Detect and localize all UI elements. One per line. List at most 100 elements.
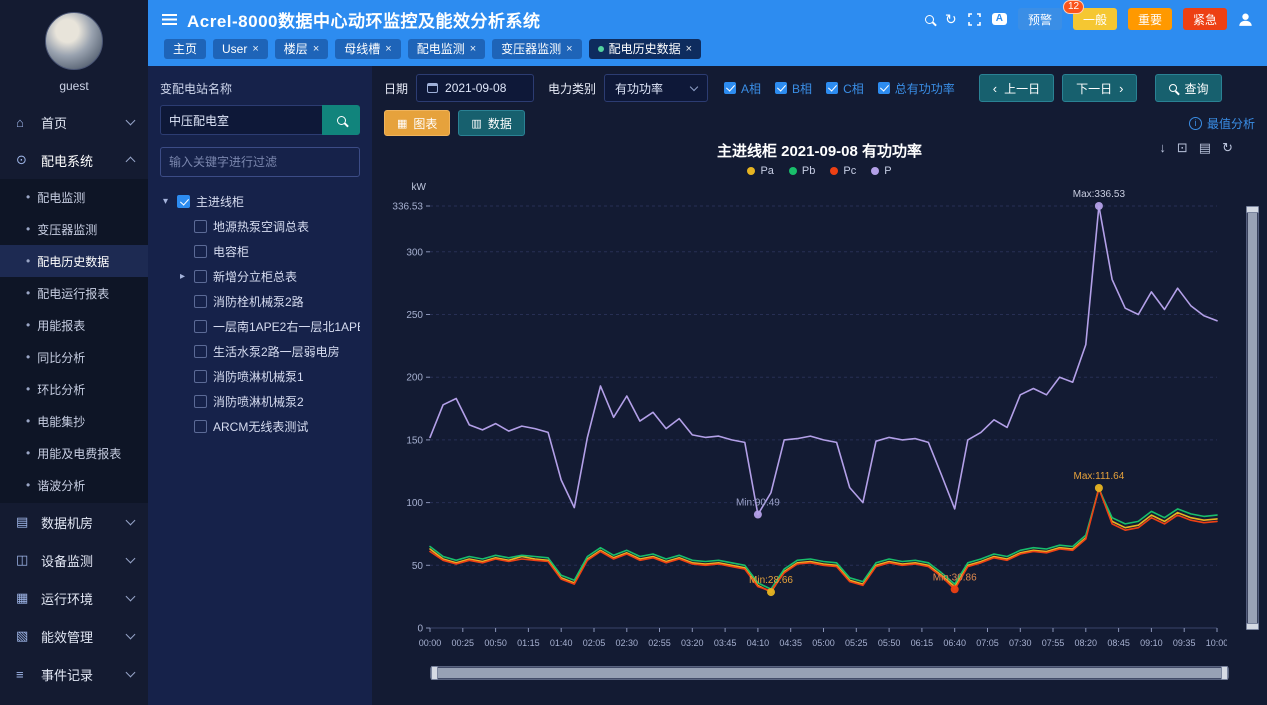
tab-母线槽[interactable]: 母线槽× xyxy=(335,39,400,59)
phase-checkbox-总有功功率[interactable]: 总有功功率 xyxy=(878,80,955,97)
alarm-button-一般[interactable]: 12一般 xyxy=(1073,8,1117,30)
close-icon[interactable]: × xyxy=(470,43,476,55)
tab-楼层[interactable]: 楼层× xyxy=(275,39,328,59)
tree-node-一层南1APE2右一层北1APE1左[interactable]: 一层南1APE2右一层北1APE1左 xyxy=(160,314,360,339)
sidebar-item-运行环境[interactable]: ▦运行环境 xyxy=(0,579,148,617)
sidebar-item-能效管理[interactable]: ▧能效管理 xyxy=(0,617,148,655)
phase-checkbox-B相[interactable]: B相 xyxy=(775,80,812,97)
tab-配电监测[interactable]: 配电监测× xyxy=(408,39,485,59)
power-category-select[interactable]: 有功功率 xyxy=(604,74,708,102)
alarm-button-预警[interactable]: 预警 xyxy=(1018,8,1062,30)
close-icon[interactable]: × xyxy=(385,43,391,55)
avatar-wrap xyxy=(0,0,148,74)
tree-node-ARCM无线表测试[interactable]: ARCM无线表测试 xyxy=(160,414,360,439)
sidebar-item-事件记录[interactable]: ≡事件记录 xyxy=(0,655,148,693)
phase-checkbox-C相[interactable]: C相 xyxy=(826,80,864,97)
alarm-button-紧急[interactable]: 紧急 xyxy=(1183,8,1227,30)
checkbox-unchecked[interactable] xyxy=(194,295,207,308)
checkbox-unchecked[interactable] xyxy=(194,270,207,283)
category-label: 电力类别 xyxy=(548,80,596,97)
sidebar-subitem-配电运行报表[interactable]: •配电运行报表 xyxy=(0,277,148,309)
query-button[interactable]: 查询 xyxy=(1155,74,1222,102)
sidebar-subitem-配电监测[interactable]: •配电监测 xyxy=(0,181,148,213)
legend-item-Pb[interactable]: Pb xyxy=(789,165,815,177)
close-icon[interactable]: × xyxy=(566,43,572,55)
tree-collapse-icon[interactable]: ▸ xyxy=(177,271,188,282)
horizontal-datazoom-slider[interactable] xyxy=(430,666,1229,680)
tab-变压器监测[interactable]: 变压器监测× xyxy=(492,39,581,59)
checkbox-unchecked[interactable] xyxy=(194,395,207,408)
tree-expand-icon[interactable]: ▾ xyxy=(160,196,171,207)
tab-User[interactable]: User× xyxy=(213,39,268,59)
sidebar-subitem-环比分析[interactable]: •环比分析 xyxy=(0,373,148,405)
legend-item-P[interactable]: P xyxy=(871,165,891,177)
datazoom-thumb[interactable] xyxy=(1248,209,1257,627)
tree-node-消防喷淋机械泵1[interactable]: 消防喷淋机械泵1 xyxy=(160,364,360,389)
checkbox-unchecked[interactable] xyxy=(194,245,207,258)
station-name-input[interactable] xyxy=(160,105,322,135)
tree-filter-input[interactable] xyxy=(160,147,360,177)
fullscreen-icon[interactable] xyxy=(968,13,981,26)
checkbox-checked[interactable] xyxy=(775,82,787,94)
menu-label: 首页 xyxy=(41,113,67,132)
sidebar-subitem-用能及电费报表[interactable]: •用能及电费报表 xyxy=(0,437,148,469)
data-zoom-icon[interactable]: ⊡ xyxy=(1177,140,1188,156)
next-day-button[interactable]: 下一日 › xyxy=(1062,74,1137,102)
tree-label: 新增分立柜总表 xyxy=(213,268,297,285)
tree-node-地源热泵空调总表[interactable]: 地源热泵空调总表 xyxy=(160,214,360,239)
tree-node-电容柜[interactable]: 电容柜 xyxy=(160,239,360,264)
vertical-datazoom-slider[interactable] xyxy=(1246,206,1259,630)
close-icon[interactable]: × xyxy=(313,43,319,55)
tree-node-消防喷淋机械泵2[interactable]: 消防喷淋机械泵2 xyxy=(160,389,360,414)
checkbox-unchecked[interactable] xyxy=(194,345,207,358)
max-analysis-link[interactable]: i 最值分析 xyxy=(1189,115,1255,132)
sidebar-subitem-用能报表[interactable]: •用能报表 xyxy=(0,309,148,341)
search-icon[interactable] xyxy=(925,15,934,24)
sidebar-item-首页[interactable]: ⌂首页 xyxy=(0,103,148,141)
data-view-icon[interactable]: ▤ xyxy=(1199,140,1211,156)
alarm-button-重要[interactable]: 重要 xyxy=(1128,8,1172,30)
tree-node-新增分立柜总表[interactable]: ▸ 新增分立柜总表 xyxy=(160,264,360,289)
sidebar-subitem-变压器监测[interactable]: •变压器监测 xyxy=(0,213,148,245)
font-size-icon[interactable]: A xyxy=(992,13,1007,25)
date-picker[interactable]: 2021-09-08 xyxy=(416,74,534,102)
tree-node-消防栓机械泵2路[interactable]: 消防栓机械泵2路 xyxy=(160,289,360,314)
tab-配电历史数据[interactable]: 配电历史数据× xyxy=(589,39,701,59)
checkbox-checked[interactable] xyxy=(177,195,190,208)
station-search-button[interactable] xyxy=(322,105,360,135)
chart-view-button[interactable]: ▦ 图表 xyxy=(384,110,450,136)
tree-node-主进线柜[interactable]: ▾主进线柜 xyxy=(160,189,360,214)
checkbox-unchecked[interactable] xyxy=(194,420,207,433)
hamburger-menu-icon[interactable] xyxy=(162,14,177,25)
checkbox-checked[interactable] xyxy=(826,82,838,94)
sidebar-subitem-同比分析[interactable]: •同比分析 xyxy=(0,341,148,373)
legend-item-Pa[interactable]: Pa xyxy=(747,165,773,177)
refresh-icon[interactable]: ↻ xyxy=(945,12,957,26)
sidebar-item-配电系统[interactable]: ⊙配电系统 xyxy=(0,141,148,179)
close-icon[interactable]: × xyxy=(252,43,258,55)
sidebar-subitem-配电历史数据[interactable]: •配电历史数据 xyxy=(0,245,148,277)
checkbox-checked[interactable] xyxy=(724,82,736,94)
checkbox-unchecked[interactable] xyxy=(194,220,207,233)
tab-主页[interactable]: 主页 xyxy=(164,39,206,59)
checkbox-unchecked[interactable] xyxy=(194,370,207,383)
sidebar-subitem-电能集抄[interactable]: •电能集抄 xyxy=(0,405,148,437)
sidebar-item-设备监测[interactable]: ◫设备监测 xyxy=(0,541,148,579)
data-view-button[interactable]: ▥ 数据 xyxy=(458,110,524,136)
checkbox-unchecked[interactable] xyxy=(194,320,207,333)
close-icon[interactable]: × xyxy=(686,43,692,55)
datazoom-thumb[interactable] xyxy=(434,668,1225,678)
save-image-icon[interactable]: ↓ xyxy=(1159,140,1166,156)
tree-node-生活水泵2路一层弱电房[interactable]: 生活水泵2路一层弱电房 xyxy=(160,339,360,364)
legend-item-Pc[interactable]: Pc xyxy=(830,165,856,177)
sidebar-subitem-谐波分析[interactable]: •谐波分析 xyxy=(0,469,148,501)
checkbox-checked[interactable] xyxy=(878,82,890,94)
svg-text:05:25: 05:25 xyxy=(845,638,868,648)
phase-checkbox-A相[interactable]: A相 xyxy=(724,80,761,97)
sidebar-item-数据机房[interactable]: ▤数据机房 xyxy=(0,503,148,541)
avatar[interactable] xyxy=(45,12,103,70)
prev-day-button[interactable]: ‹ 上一日 xyxy=(979,74,1054,102)
svg-text:06:15: 06:15 xyxy=(911,638,934,648)
user-icon[interactable] xyxy=(1238,12,1253,27)
restore-icon[interactable]: ↻ xyxy=(1222,140,1233,156)
